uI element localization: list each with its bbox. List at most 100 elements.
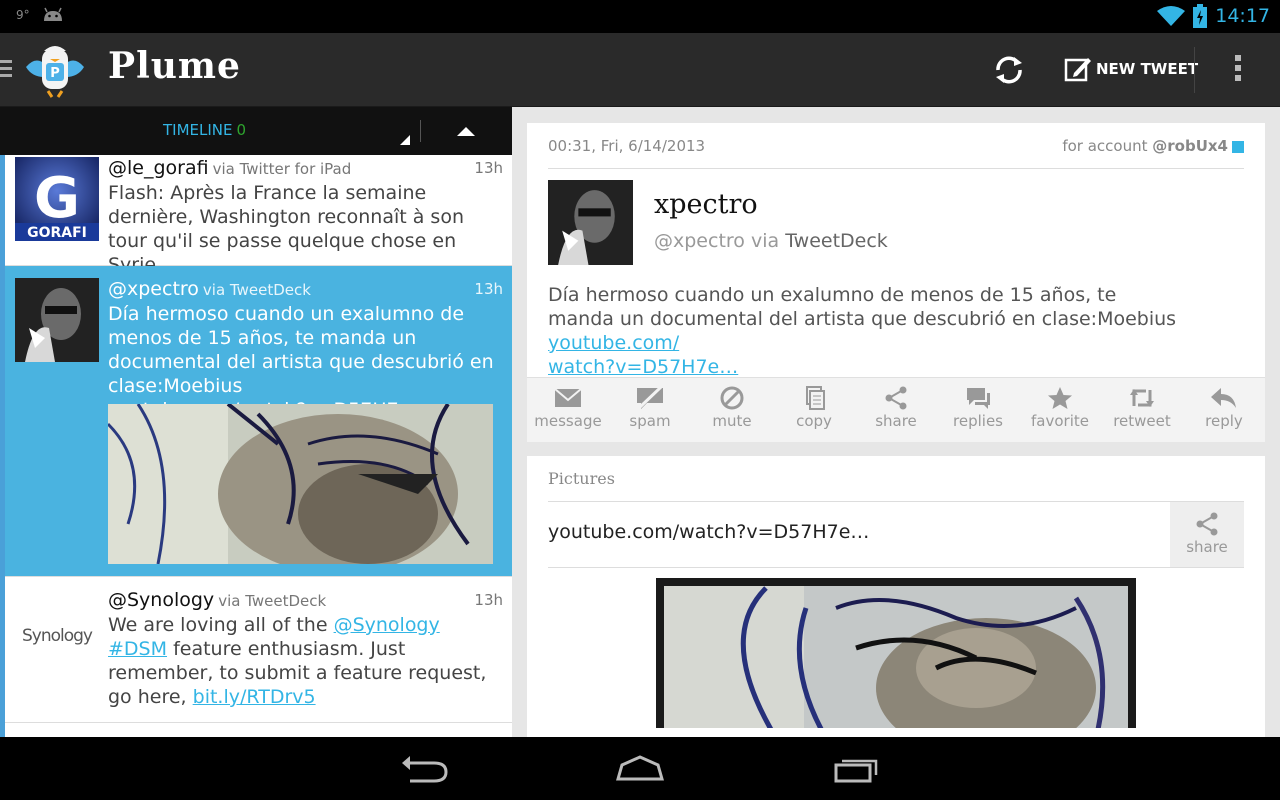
tweet-time: 13h	[474, 159, 503, 177]
clock: 14:17	[1215, 5, 1270, 27]
tweet-row-selected[interactable]: @xpectro via TweetDeck 13h Día hermoso cu…	[5, 266, 512, 577]
tweet-row[interactable]: G GORAFI @le_gorafi via Twitter for iPad …	[5, 155, 512, 276]
detail-tweet-body: Día hermoso cuando un exalumno de menos …	[548, 283, 1188, 379]
status-right: 14:17	[1157, 4, 1270, 28]
detail-handle-line: @xpectro via TweetDeck	[654, 230, 888, 252]
tweet-row[interactable]: Synology @Synology via TweetDeck 13h We a…	[5, 577, 512, 723]
timeline-tab[interactable]: TIMELINE 0	[163, 121, 246, 139]
back-icon[interactable]	[394, 753, 454, 785]
picture-share-button[interactable]: share	[1170, 502, 1244, 567]
copy-icon	[806, 386, 825, 410]
tweet-hashtag[interactable]: #DSM	[108, 638, 167, 660]
overflow-menu-icon[interactable]	[1230, 55, 1246, 87]
share-icon	[885, 386, 907, 410]
plume-logo[interactable]: P	[22, 41, 88, 99]
refresh-icon[interactable]	[990, 51, 1028, 89]
tweet-media-thumbnail[interactable]	[108, 404, 493, 564]
action-label: replies	[953, 412, 1003, 430]
spam-button[interactable]: spam	[609, 386, 691, 430]
status-bar: 9° 14:17	[0, 0, 1280, 33]
tweet-via: via TweetDeck	[218, 592, 327, 610]
tweet-header: @le_gorafi via Twitter for iPad 13h	[108, 157, 503, 181]
scroll-top-icon[interactable]	[457, 127, 475, 136]
tweet-header: @xpectro via TweetDeck 13h	[108, 278, 503, 302]
avatar-text: Synology	[22, 626, 93, 646]
retweet-icon	[1130, 389, 1154, 407]
tweet-mention[interactable]: @Synology	[334, 614, 440, 636]
menu-icon[interactable]	[0, 60, 12, 81]
tweet-via: via TweetDeck	[202, 281, 311, 299]
tweet-detail-card: 00:31, Fri, 6/14/2013 for account @robUx…	[527, 123, 1265, 442]
account-color-marker	[1232, 140, 1244, 153]
screen: 9° 14:17 P Plume NEW TWEET TIMELINE 0 G …	[0, 0, 1280, 800]
tweet-account: for account @robUx4	[1062, 137, 1244, 155]
tweet-username[interactable]: @le_gorafi	[108, 157, 209, 179]
avatar[interactable]	[15, 278, 99, 362]
tweet-link[interactable]: bit.ly/​RTDrv5	[193, 686, 316, 708]
action-label: spam	[629, 412, 671, 430]
detail-handle[interactable]: @xpectro	[654, 230, 745, 252]
tweet-text: Día hermoso cuando un exalumno de menos …	[108, 303, 494, 397]
tweet-datetime: 00:31, Fri, 6/14/2013	[548, 137, 706, 155]
timeline-label: TIMELINE	[163, 121, 233, 139]
divider	[548, 501, 1244, 502]
detail-display-name: xpectro	[654, 189, 758, 220]
tweet-text-part: We are loving all of the	[108, 614, 328, 636]
status-left: 9°	[16, 7, 64, 23]
pictures-label: Pictures	[548, 469, 615, 488]
action-label: favorite	[1031, 412, 1089, 430]
reply-button[interactable]: reply	[1183, 386, 1265, 430]
action-label: retweet	[1113, 412, 1171, 430]
tweet-action-bar: message spam mute copy share replies fav…	[527, 377, 1265, 442]
mute-button[interactable]: mute	[691, 386, 773, 430]
spinner-indicator-icon[interactable]	[400, 135, 410, 145]
action-bar: P Plume NEW TWEET	[0, 33, 1280, 107]
retweet-button[interactable]: retweet	[1101, 386, 1183, 430]
picture-image[interactable]	[656, 578, 1136, 728]
pictures-card: Pictures youtube.com/watch?v=D57H7e… sha…	[527, 456, 1265, 737]
recent-apps-icon[interactable]	[826, 753, 886, 785]
tweet-detail-pane: 00:31, Fri, 6/14/2013 for account @robUx…	[512, 107, 1280, 737]
svg-text:P: P	[50, 66, 60, 81]
tweet-via: via Twitter for iPad	[212, 160, 352, 178]
app-title: Plume	[108, 45, 241, 87]
action-label: mute	[712, 412, 752, 430]
tweet-username[interactable]: @xpectro	[108, 278, 199, 300]
navigation-bar	[0, 737, 1280, 800]
replies-button[interactable]: replies	[937, 386, 1019, 430]
new-tweet-button[interactable]: NEW TWEET	[1064, 55, 1198, 83]
tweet-username[interactable]: @Synology	[108, 589, 214, 611]
picture-link[interactable]: youtube.com/watch?v=D57H7e…	[548, 521, 869, 543]
timeline-edge-bar	[0, 155, 5, 737]
avatar-text: GORAFI	[27, 225, 87, 241]
detail-link-cont[interactable]: watch?v=D57H7e…	[548, 356, 738, 378]
copy-button[interactable]: copy	[773, 386, 855, 430]
next-tweet-peek	[5, 723, 512, 737]
divider	[548, 168, 1244, 169]
favorite-button[interactable]: favorite	[1019, 386, 1101, 430]
avatar-letter: G	[34, 166, 80, 231]
message-button[interactable]: message	[527, 386, 609, 430]
action-bar-divider	[1194, 47, 1195, 93]
detail-avatar[interactable]	[548, 180, 633, 265]
avatar[interactable]: Synology	[15, 591, 99, 675]
reply-icon	[1211, 388, 1236, 408]
account-prefix: for account	[1062, 137, 1148, 155]
tweet-header: @Synology via TweetDeck 13h	[108, 589, 503, 613]
wifi-icon	[1157, 6, 1186, 26]
android-icon	[43, 7, 62, 21]
action-label: share	[875, 412, 917, 430]
home-icon[interactable]	[610, 753, 670, 785]
share-button[interactable]: share	[855, 386, 937, 430]
temperature-text: 9°	[16, 8, 30, 22]
share-label: share	[1186, 538, 1228, 556]
detail-via-client: TweetDeck	[785, 230, 888, 252]
detail-via-prefix: via	[750, 230, 780, 252]
detail-link[interactable]: youtube.com/	[548, 332, 679, 354]
action-label: reply	[1205, 412, 1243, 430]
avatar[interactable]: G GORAFI	[15, 157, 99, 241]
compose-icon	[1064, 58, 1091, 82]
action-label: copy	[796, 412, 832, 430]
tweet-time: 13h	[474, 280, 503, 298]
spam-icon	[637, 386, 663, 410]
